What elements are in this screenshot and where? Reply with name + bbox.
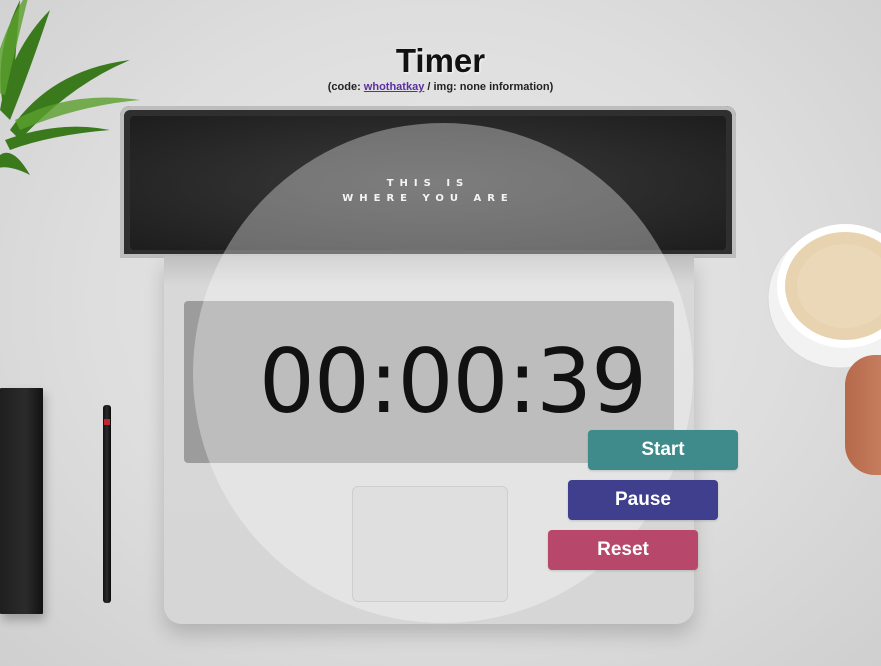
start-button[interactable]: Start [588, 430, 738, 470]
pen-decoration [103, 405, 111, 603]
reset-button[interactable]: Reset [548, 530, 698, 570]
timer-value: 00:00:39 [258, 330, 647, 433]
page-title: Timer [395, 42, 486, 79]
timer-display: 00:00:39 [0, 330, 881, 434]
credits-line: (code: whothatkay / img: none informatio… [327, 81, 554, 93]
author-link[interactable]: whothatkay [364, 81, 425, 93]
pause-button[interactable]: Pause [568, 480, 718, 520]
